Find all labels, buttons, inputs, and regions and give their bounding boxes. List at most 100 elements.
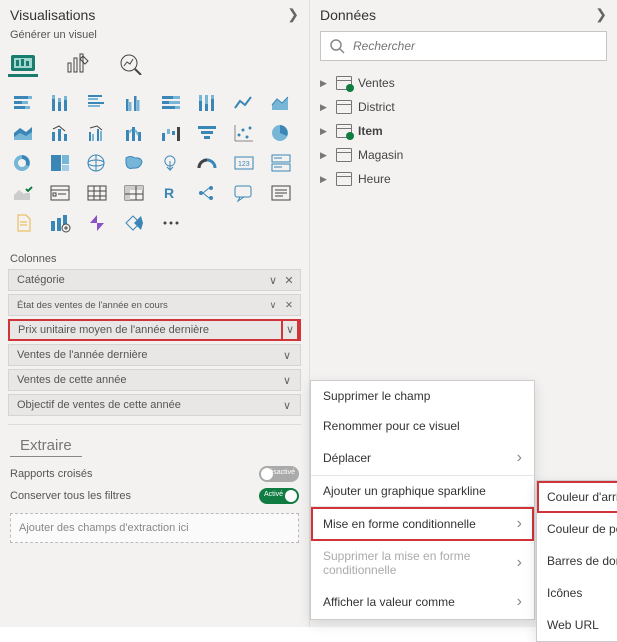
- chevron-right-icon: ›: [517, 515, 522, 533]
- collapse-data-pane[interactable]: ❯: [595, 6, 607, 23]
- search-icon: [329, 38, 345, 54]
- viz-scatter[interactable]: [229, 119, 259, 147]
- menu-item-1[interactable]: Renommer pour ce visuel: [311, 411, 534, 441]
- expand-icon[interactable]: ▶: [320, 150, 330, 161]
- tables-list: ▶Ventes▶District▶Item▶Magasin▶Heure: [310, 71, 617, 191]
- collapse-viz-pane[interactable]: ❯: [287, 6, 299, 23]
- viz-matrix[interactable]: [119, 179, 149, 207]
- field-row-1[interactable]: État des ventes de l'année en cours∨✕: [8, 294, 301, 316]
- table-heure[interactable]: ▶Heure: [320, 167, 607, 191]
- viz-table[interactable]: [82, 179, 112, 207]
- menu-item-6[interactable]: Afficher la valeur comme›: [311, 585, 534, 619]
- svg-text:123: 123: [238, 161, 250, 168]
- field-dropdown-icon[interactable]: ∨: [278, 374, 296, 387]
- viz-funnel[interactable]: [192, 119, 222, 147]
- field-context-menu: Supprimer le champRenommer pour ce visue…: [310, 380, 535, 620]
- field-remove-icon[interactable]: ✕: [282, 300, 296, 311]
- viz-power-automate[interactable]: [82, 209, 112, 237]
- viz-ribbon[interactable]: [119, 119, 149, 147]
- viz-filled-map[interactable]: [119, 149, 149, 177]
- viz-clustered-bar[interactable]: [82, 89, 112, 117]
- submenu-item-label: Couleur d'arrière-plan: [547, 490, 617, 504]
- menu-item-label: Afficher la valeur comme: [323, 595, 455, 609]
- field-label: Prix unitaire moyen de l'année dernière: [18, 324, 281, 336]
- field-row-0[interactable]: Catégorie∨✕: [8, 269, 301, 291]
- field-dropdown-icon[interactable]: ∨: [278, 399, 296, 412]
- field-dropdown-icon[interactable]: ∨: [278, 349, 296, 362]
- visualizations-pane: Visualisations ❯ Générer un visuel: [0, 0, 310, 627]
- viz-line-clustered-column[interactable]: [82, 119, 112, 147]
- field-row-4[interactable]: Ventes de cette année∨: [8, 369, 301, 391]
- menu-item-2[interactable]: Déplacer›: [311, 441, 534, 475]
- submenu-item-0[interactable]: Couleur d'arrière-plan: [537, 481, 617, 513]
- viz-paginated[interactable]: [8, 209, 38, 237]
- divider: [8, 424, 301, 425]
- build-tab-format[interactable]: [62, 51, 92, 77]
- viz-donut[interactable]: [8, 149, 38, 177]
- viz-line-stacked-column[interactable]: [45, 119, 75, 147]
- viz-get-more[interactable]: [156, 209, 186, 237]
- submenu-item-4[interactable]: Web URL: [537, 609, 617, 641]
- viz-100-stacked-bar[interactable]: [156, 89, 186, 117]
- viz-key-influencers[interactable]: [119, 209, 149, 237]
- viz-stacked-area[interactable]: [8, 119, 38, 147]
- table-item[interactable]: ▶Item: [320, 119, 607, 143]
- viz-area[interactable]: [266, 89, 296, 117]
- build-tab-analytics[interactable]: [116, 51, 146, 77]
- viz-stacked-bar[interactable]: [8, 89, 38, 117]
- chevron-right-icon: ›: [517, 449, 522, 467]
- viz-map[interactable]: [82, 149, 112, 177]
- table-name: Magasin: [358, 148, 403, 162]
- expand-icon[interactable]: ▶: [320, 126, 330, 137]
- table-name: District: [358, 100, 395, 114]
- submenu-item-2[interactable]: Barres de données: [537, 545, 617, 577]
- viz-slicer[interactable]: [45, 179, 75, 207]
- expand-icon[interactable]: ▶: [320, 102, 330, 113]
- viz-kpi[interactable]: [8, 179, 38, 207]
- viz-multi-row-card[interactable]: [266, 149, 296, 177]
- pane-title-visualizations: Visualisations: [10, 7, 95, 23]
- build-tab-fields[interactable]: [8, 51, 38, 77]
- menu-item-0[interactable]: Supprimer le champ: [311, 381, 534, 411]
- viz-r-visual[interactable]: R: [156, 179, 186, 207]
- viz-shape-map[interactable]: [156, 149, 186, 177]
- viz-stacked-column[interactable]: [45, 89, 75, 117]
- table-magasin[interactable]: ▶ Magasin: [320, 143, 607, 167]
- viz-qa[interactable]: [229, 179, 259, 207]
- search-input[interactable]: [345, 39, 598, 53]
- viz-smart-narrative[interactable]: [266, 179, 296, 207]
- expand-icon[interactable]: ▶: [320, 174, 330, 185]
- submenu-item-3[interactable]: Icônes: [537, 577, 617, 609]
- field-dropdown-icon[interactable]: ∨: [264, 274, 282, 287]
- viz-line[interactable]: [229, 89, 259, 117]
- columns-field-well: Catégorie∨✕ État des ventes de l'année en…: [0, 269, 309, 416]
- field-row-5[interactable]: Objectif de ventes de cette année∨: [8, 394, 301, 416]
- field-dropdown-icon[interactable]: ∨: [264, 300, 282, 311]
- table-ventes[interactable]: ▶Ventes: [320, 71, 607, 95]
- viz-waterfall[interactable]: [156, 119, 186, 147]
- expand-icon[interactable]: ▶: [320, 78, 330, 89]
- menu-item-3[interactable]: Ajouter un graphique sparkline: [311, 476, 534, 506]
- viz-treemap[interactable]: [45, 149, 75, 177]
- field-label: État des ventes de l'année en cours: [17, 300, 264, 311]
- chevron-right-icon: ›: [517, 554, 522, 572]
- submenu-item-1[interactable]: Couleur de police: [537, 513, 617, 545]
- viz-gauge[interactable]: [192, 149, 222, 177]
- viz-clustered-column[interactable]: [119, 89, 149, 117]
- field-dropdown-icon[interactable]: ∨: [281, 319, 299, 341]
- viz-decomposition-tree[interactable]: [192, 179, 222, 207]
- drillthrough-drop-area[interactable]: Ajouter des champs d'extraction ici: [10, 513, 299, 543]
- drillthrough-title: Extraire: [10, 433, 82, 457]
- field-remove-icon[interactable]: ✕: [282, 274, 296, 287]
- menu-item-4[interactable]: Mise en forme conditionnelle›: [311, 507, 534, 541]
- field-row-3[interactable]: Ventes de l'année dernière∨: [8, 344, 301, 366]
- cross-report-toggle[interactable]: Désactivé: [259, 466, 299, 482]
- viz-pie[interactable]: [266, 119, 296, 147]
- viz-card[interactable]: 123: [229, 149, 259, 177]
- viz-100-stacked-column[interactable]: [192, 89, 222, 117]
- field-row-2[interactable]: Prix unitaire moyen de l'année dernière∨: [8, 319, 301, 341]
- viz-power-apps[interactable]: [45, 209, 75, 237]
- keep-filters-toggle[interactable]: Activé: [259, 488, 299, 504]
- search-box[interactable]: [320, 31, 607, 61]
- table-district[interactable]: ▶ District: [320, 95, 607, 119]
